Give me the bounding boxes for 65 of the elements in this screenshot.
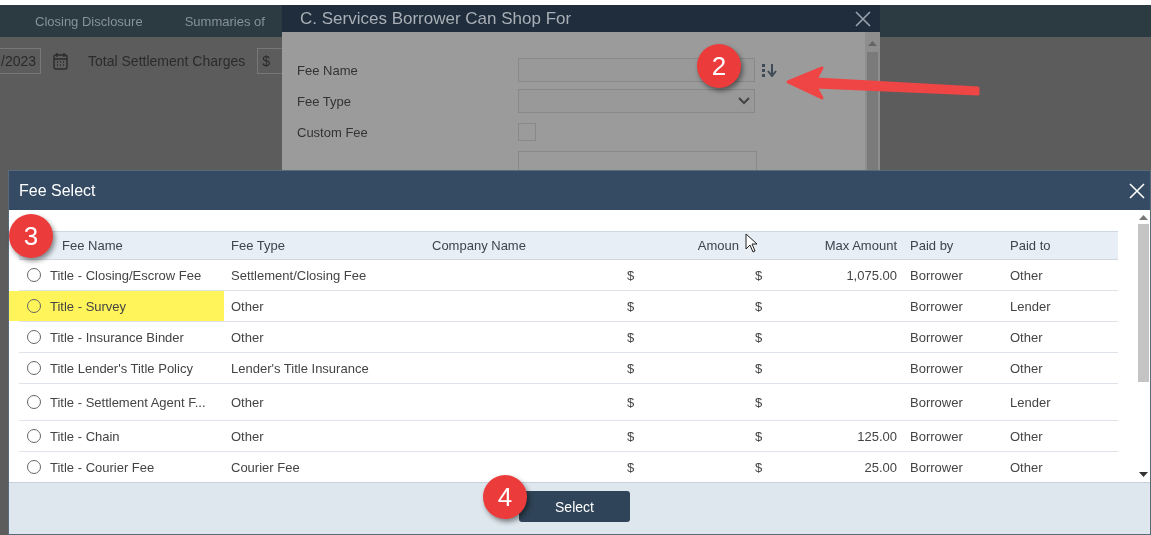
table-cell: 125.00 (857, 428, 897, 444)
table-cell-text: Borrower (909, 329, 964, 345)
table-cell-text: Courier Fee (230, 459, 301, 475)
table-cell-text: Borrower (909, 459, 964, 475)
scroll-down-icon[interactable] (1138, 472, 1148, 478)
select-button[interactable]: Select (519, 491, 630, 522)
table-cell-text: Other (230, 329, 265, 345)
column-header[interactable]: Max Amount (760, 238, 903, 253)
dialog-title: Fee Select (19, 181, 96, 200)
column-header[interactable]: Paid by (910, 238, 1003, 253)
fee-name: Title Lender's Title Policy (50, 360, 193, 376)
scroll-up-icon[interactable] (1138, 214, 1148, 220)
fee-name: Title - Survey (50, 298, 127, 314)
column-header[interactable]: Company Name (432, 238, 593, 253)
fee-name: Title - Courier Fee (50, 459, 155, 475)
table-cell: 25.00 (864, 459, 897, 475)
fee-name: Title - Settlement Agent F... (50, 394, 206, 410)
table-cell-text: Other (230, 428, 265, 444)
table-cell-text: Borrower (909, 428, 964, 444)
table-cell-text: Other (1009, 428, 1044, 444)
table-cell-text: Borrower (909, 267, 964, 283)
table-cell: $ (755, 428, 763, 444)
table-cell-text: Other (1009, 360, 1044, 376)
table-cell-text: Other (1009, 329, 1044, 345)
table-cell-text: Borrower (909, 298, 964, 314)
table-cell: $ (627, 268, 635, 283)
column-header[interactable]: Fee Type (231, 238, 425, 253)
close-icon[interactable] (854, 9, 872, 28)
table-cell: $ (755, 459, 763, 475)
column-header[interactable]: Fee Name (62, 238, 224, 253)
table-cell: $ (627, 429, 635, 444)
table-cell: $ (627, 361, 635, 376)
table-cell-text: Borrower (909, 360, 964, 376)
table-cell: $ (755, 329, 763, 345)
cursor-icon (745, 233, 759, 253)
table-cell-text: Lender's Title Insurance (230, 360, 370, 376)
table-cell: $ (627, 299, 635, 314)
dialog-title: C. Services Borrower Can Shop For (300, 8, 572, 29)
field-label: Fee Type (297, 93, 352, 109)
fee-name: Title - Insurance Binder (50, 329, 184, 345)
fee-name: Title - Chain (50, 428, 120, 444)
table-cell-text: Lender (1009, 394, 1052, 410)
column-header[interactable]: Paid to (1010, 238, 1118, 253)
nav-tab[interactable]: Summaries of (184, 13, 265, 29)
field-label: Fee Name (297, 62, 359, 78)
field-label: Custom Fee (297, 124, 369, 140)
table-cell-text: Lender (1009, 298, 1052, 314)
table-cell: $ (627, 330, 635, 345)
table-cell-text: Other (230, 298, 265, 314)
table-cell: $ (627, 395, 635, 410)
table-cell-text: Borrower (909, 394, 964, 410)
chevron-down-icon (738, 97, 750, 105)
table-cell: $ (755, 360, 763, 376)
table-cell-text: Other (1009, 267, 1044, 283)
sort-icon[interactable] (761, 63, 777, 77)
table-cell: 1,075.00 (846, 267, 897, 283)
table-cell-text: Other (230, 394, 265, 410)
table-cell: $ (755, 298, 763, 314)
table-cell: $ (755, 394, 763, 410)
table-cell: $ (755, 267, 763, 283)
nav-tab[interactable]: Closing Disclosure (35, 13, 143, 29)
table-cell-text: Other (1009, 459, 1044, 475)
table-cell: $ (627, 460, 635, 475)
fee-name: Title - Closing/Escrow Fee (50, 267, 202, 283)
table-cell-text: Settlement/Closing Fee (230, 267, 368, 283)
